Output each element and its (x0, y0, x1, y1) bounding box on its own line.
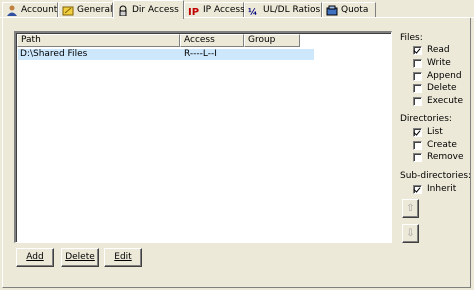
files-label: Files: (400, 33, 423, 43)
create-option[interactable]: Create (413, 140, 457, 150)
column-header-group[interactable]: Group (244, 34, 300, 47)
file-delete-checkbox[interactable] (413, 83, 422, 93)
append-option[interactable]: Append (413, 71, 462, 81)
dir-access-list[interactable]: Path Access Group D:\Shared Files R----L… (14, 31, 392, 243)
file-delete-label: Delete (427, 83, 457, 93)
tab-dir-access-label: Dir Access (132, 5, 179, 15)
file-delete-option[interactable]: Delete (413, 83, 457, 93)
tab-ip-access[interactable]: IP IP Access (184, 2, 245, 18)
row-path: D:\Shared Files (20, 49, 88, 59)
read-checkbox[interactable] (413, 45, 422, 55)
add-button[interactable]: Add (16, 248, 54, 267)
execute-option[interactable]: Execute (413, 96, 463, 106)
list-checkbox[interactable] (413, 127, 422, 137)
execute-checkbox[interactable] (413, 96, 422, 106)
ip-icon: IP (188, 5, 200, 18)
tab-quota-label: Quota (341, 5, 369, 15)
column-header-path[interactable]: Path (17, 34, 180, 47)
write-checkbox[interactable] (413, 58, 422, 68)
tab-ul-dl-ratios[interactable]: ¼ UL/DL Ratios (244, 2, 322, 18)
list-header: Path Access Group (17, 34, 300, 47)
execute-label: Execute (427, 96, 463, 106)
ratio-icon: ¼ (248, 5, 260, 18)
create-label: Create (427, 140, 457, 150)
quota-icon (326, 5, 338, 16)
tab-strip: Account General Dir Access IP IP Access … (0, 0, 474, 19)
tab-account[interactable]: Account (2, 2, 58, 17)
inherit-checkbox[interactable] (413, 184, 422, 194)
svg-text:IP: IP (188, 7, 199, 16)
svg-text:¼: ¼ (248, 7, 257, 16)
folder-access-icon (117, 5, 129, 16)
row-access: R----L--I (184, 49, 217, 59)
inherit-label: Inherit (427, 184, 457, 194)
account-icon (6, 5, 18, 16)
tab-quota[interactable]: Quota (322, 2, 376, 17)
tab-general-label: General (77, 5, 113, 15)
column-header-access[interactable]: Access (180, 34, 244, 47)
create-checkbox[interactable] (413, 140, 422, 150)
arrow-down-icon: ⇩ (406, 228, 415, 239)
read-option[interactable]: Read (413, 45, 450, 55)
move-down-button[interactable]: ⇩ (402, 224, 419, 243)
tab-dir-access[interactable]: Dir Access (113, 0, 184, 19)
remove-option[interactable]: Remove (413, 152, 464, 162)
directories-label: Directories: (400, 114, 452, 124)
general-icon (62, 5, 74, 16)
list-label: List (427, 127, 443, 137)
append-checkbox[interactable] (413, 71, 422, 81)
tab-account-label: Account (21, 5, 58, 15)
write-option[interactable]: Write (413, 58, 451, 68)
remove-label: Remove (427, 152, 464, 162)
move-up-button[interactable]: ⇧ (402, 199, 419, 218)
tab-ip-access-label: IP Access (203, 5, 245, 15)
delete-button[interactable]: Delete (61, 248, 99, 267)
inherit-option[interactable]: Inherit (413, 184, 456, 194)
write-label: Write (427, 58, 451, 68)
append-label: Append (427, 71, 462, 81)
tab-general[interactable]: General (58, 2, 113, 17)
edit-button[interactable]: Edit (104, 248, 142, 267)
remove-checkbox[interactable] (413, 152, 422, 162)
arrow-up-icon: ⇧ (406, 203, 415, 214)
table-row[interactable]: D:\Shared Files R----L--I (18, 49, 314, 60)
row-group (246, 49, 306, 60)
tab-ul-dl-ratios-label: UL/DL Ratios (263, 5, 321, 15)
subdirectories-label: Sub-directories: (400, 171, 472, 181)
read-label: Read (427, 45, 450, 55)
list-option[interactable]: List (413, 127, 443, 137)
